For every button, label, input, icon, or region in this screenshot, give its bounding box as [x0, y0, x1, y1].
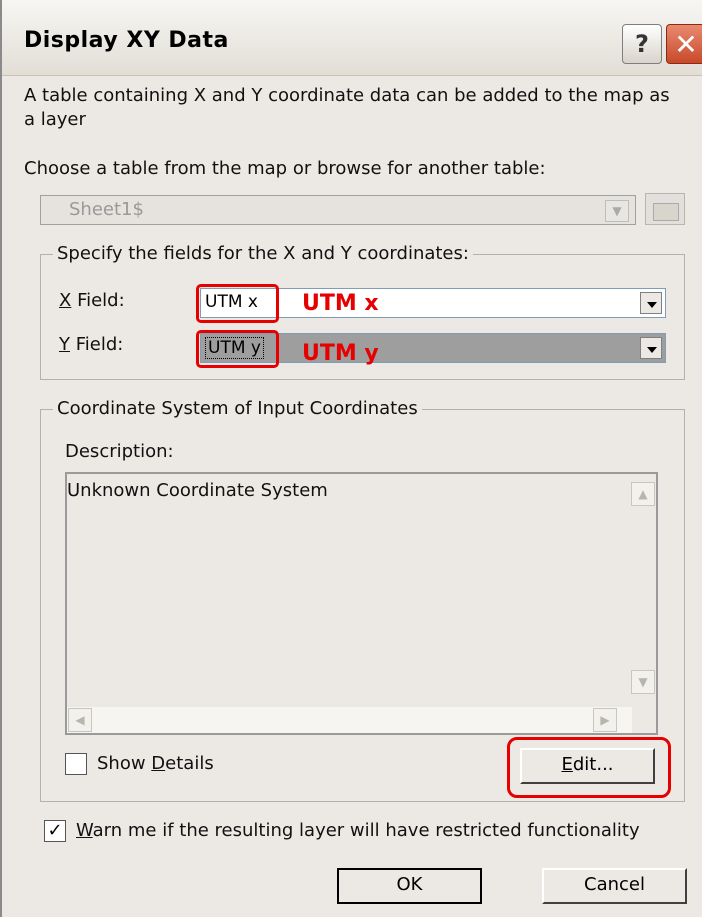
- edit-highlight-box: [507, 737, 671, 798]
- y-field-label: Y Field:: [59, 334, 123, 355]
- show-details-rest: etails: [165, 753, 214, 774]
- fields-group-title: Specify the fields for the X and Y coord…: [53, 243, 473, 264]
- table-select: Sheet1$ ▼: [40, 195, 636, 225]
- x-annotation: UTM x: [302, 291, 379, 316]
- table-select-value: Sheet1$: [69, 199, 144, 220]
- scroll-up-arrow-icon[interactable]: ▲: [631, 482, 655, 506]
- x-field-label: X Field:: [59, 290, 125, 311]
- show-details-label: Show Details: [97, 753, 214, 774]
- folder-icon: [653, 203, 679, 221]
- x-field-label-text: Field:: [71, 290, 125, 311]
- dropdown-arrow-icon: ▼: [605, 200, 629, 222]
- coordinate-system-title: Coordinate System of Input Coordinates: [53, 398, 422, 419]
- description-textbox[interactable]: Unknown Coordinate System ▲ ▼ ◀ ▶: [65, 472, 658, 735]
- y-field-mnemonic: Y: [59, 334, 70, 355]
- ok-button[interactable]: OK: [337, 868, 482, 904]
- dropdown-arrow-icon[interactable]: [640, 337, 662, 359]
- description-label: Description:: [65, 441, 174, 462]
- help-button[interactable]: ?: [622, 24, 662, 64]
- x-field-mnemonic: X: [59, 290, 72, 311]
- y-highlight-box: [196, 330, 279, 368]
- show-details-prefix: Show: [97, 753, 152, 774]
- scroll-left-arrow-icon[interactable]: ◀: [68, 708, 92, 732]
- dropdown-arrow-icon[interactable]: [640, 292, 662, 314]
- show-details-mnemonic: D: [151, 753, 166, 774]
- y-field-label-text: Field:: [70, 334, 124, 355]
- close-button[interactable]: ✕: [666, 24, 702, 64]
- warn-label-text: arn me if the resulting layer will have …: [92, 820, 640, 841]
- checkmark-icon: ✓: [47, 820, 63, 841]
- cancel-button[interactable]: Cancel: [542, 868, 687, 904]
- display-xy-data-dialog: Display XY Data ? ✕ A table containing X…: [0, 0, 702, 917]
- warn-checkbox[interactable]: ✓: [44, 820, 66, 842]
- description-text: Unknown Coordinate System: [67, 480, 328, 501]
- vertical-scrollbar[interactable]: ▲ ▼: [630, 474, 656, 708]
- title-bar[interactable]: Display XY Data ? ✕: [2, 0, 702, 76]
- x-highlight-box: [196, 284, 279, 323]
- warn-label: Warn me if the resulting layer will have…: [76, 820, 640, 841]
- warn-mnemonic: W: [76, 820, 93, 841]
- help-icon: ?: [635, 30, 649, 58]
- show-details-checkbox[interactable]: [65, 753, 87, 775]
- choose-table-label: Choose a table from the map or browse fo…: [24, 158, 546, 179]
- horizontal-scrollbar[interactable]: ◀ ▶: [67, 707, 632, 733]
- y-annotation: UTM y: [302, 341, 379, 366]
- intro-text: A table containing X and Y coordinate da…: [24, 85, 670, 130]
- dialog-title: Display XY Data: [24, 28, 229, 53]
- scroll-right-arrow-icon[interactable]: ▶: [593, 708, 617, 732]
- scroll-down-arrow-icon[interactable]: ▼: [631, 670, 655, 694]
- close-icon: ✕: [674, 28, 698, 61]
- browse-button[interactable]: [645, 193, 685, 225]
